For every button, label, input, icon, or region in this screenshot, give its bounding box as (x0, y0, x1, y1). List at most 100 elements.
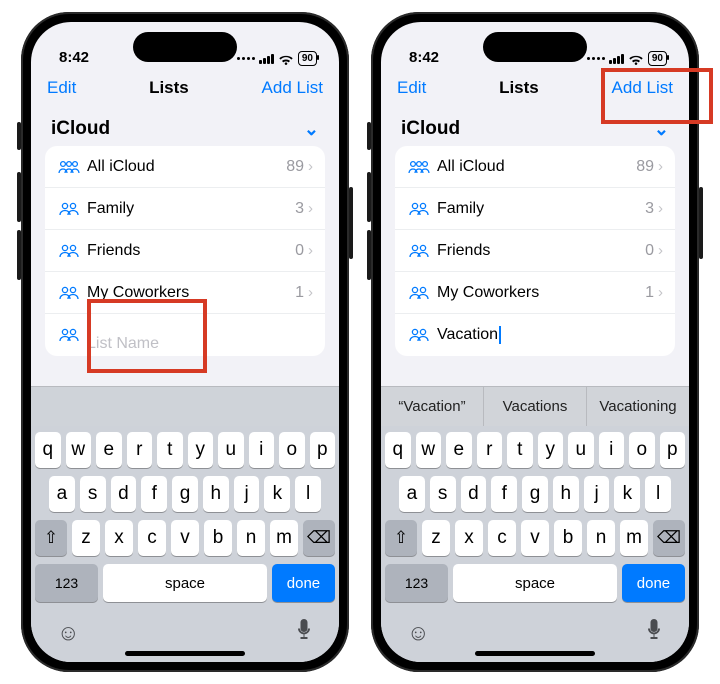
key-j[interactable]: j (584, 476, 610, 512)
people-icon (57, 201, 83, 217)
shift-key[interactable]: ⇧ (385, 520, 417, 556)
list-row[interactable]: Family 3 › (395, 188, 675, 230)
keyboard: qwertyuiop asdfghjkl ⇧ zxcvbnm ⌫ 123 spac… (31, 426, 339, 610)
key-u[interactable]: u (568, 432, 594, 468)
key-v[interactable]: v (171, 520, 199, 556)
key-j[interactable]: j (234, 476, 260, 512)
key-m[interactable]: m (270, 520, 298, 556)
kb-suggestion[interactable]: Vacationing (587, 387, 689, 426)
dictation-key[interactable] (295, 618, 313, 648)
wifi-icon (628, 53, 644, 65)
key-w[interactable]: w (66, 432, 92, 468)
key-q[interactable]: q (35, 432, 61, 468)
key-r[interactable]: r (127, 432, 153, 468)
key-w[interactable]: w (416, 432, 442, 468)
list-label: Friends (433, 242, 645, 260)
cell-signal-icon (609, 54, 624, 64)
key-c[interactable]: c (138, 520, 166, 556)
key-t[interactable]: t (157, 432, 183, 468)
key-t[interactable]: t (507, 432, 533, 468)
key-k[interactable]: k (264, 476, 290, 512)
keyboard: qwertyuiop asdfghjkl ⇧ zxcvbnm ⌫ 123 spac… (381, 426, 689, 610)
edit-button[interactable]: Edit (47, 78, 76, 98)
home-indicator[interactable] (475, 651, 595, 656)
key-b[interactable]: b (554, 520, 582, 556)
key-l[interactable]: l (295, 476, 321, 512)
list-row[interactable]: Friends 0 › (395, 230, 675, 272)
list-row[interactable]: Family 3 › (45, 188, 325, 230)
home-indicator[interactable] (125, 651, 245, 656)
key-g[interactable]: g (172, 476, 198, 512)
key-x[interactable]: x (105, 520, 133, 556)
key-s[interactable]: s (430, 476, 456, 512)
key-m[interactable]: m (620, 520, 648, 556)
key-z[interactable]: z (422, 520, 450, 556)
key-d[interactable]: d (461, 476, 487, 512)
list-count: 3 (645, 200, 658, 218)
kb-suggestion[interactable]: Vacations (484, 387, 587, 426)
add-list-button[interactable]: Add List (262, 78, 323, 98)
new-list-row[interactable]: Vacation (395, 314, 675, 356)
list-row[interactable]: My Coworkers 1 › (395, 272, 675, 314)
new-list-row[interactable] (45, 314, 325, 356)
numbers-key[interactable]: 123 (385, 564, 448, 602)
kb-suggestion[interactable]: “Vacation” (381, 387, 484, 426)
key-q[interactable]: q (385, 432, 411, 468)
emoji-key[interactable]: ☺ (57, 620, 79, 646)
key-a[interactable]: a (49, 476, 75, 512)
key-z[interactable]: z (72, 520, 100, 556)
key-h[interactable]: h (553, 476, 579, 512)
list-row[interactable]: All iCloud 89 › (395, 146, 675, 188)
key-e[interactable]: e (96, 432, 122, 468)
list-row[interactable]: All iCloud 89 › (45, 146, 325, 188)
key-k[interactable]: k (614, 476, 640, 512)
dictation-key[interactable] (645, 618, 663, 648)
edit-button[interactable]: Edit (397, 78, 426, 98)
key-f[interactable]: f (491, 476, 517, 512)
key-u[interactable]: u (218, 432, 244, 468)
key-p[interactable]: p (310, 432, 336, 468)
new-list-input[interactable] (87, 335, 313, 353)
key-r[interactable]: r (477, 432, 503, 468)
key-o[interactable]: o (279, 432, 305, 468)
section-header-icloud[interactable]: iCloud ⌄ (31, 108, 339, 146)
add-list-button[interactable]: Add List (612, 78, 673, 98)
lists-card: All iCloud 89 › Family 3 › Friends 0 › M… (45, 146, 325, 356)
chevron-right-icon: › (308, 158, 313, 175)
key-a[interactable]: a (399, 476, 425, 512)
done-key[interactable]: done (622, 564, 685, 602)
key-s[interactable]: s (80, 476, 106, 512)
numbers-key[interactable]: 123 (35, 564, 98, 602)
key-c[interactable]: c (488, 520, 516, 556)
space-key[interactable]: space (103, 564, 267, 602)
key-y[interactable]: y (188, 432, 214, 468)
key-i[interactable]: i (599, 432, 625, 468)
section-title: iCloud (401, 118, 460, 140)
key-f[interactable]: f (141, 476, 167, 512)
key-d[interactable]: d (111, 476, 137, 512)
emoji-key[interactable]: ☺ (407, 620, 429, 646)
key-p[interactable]: p (660, 432, 686, 468)
list-row[interactable]: My Coworkers 1 › (45, 272, 325, 314)
key-e[interactable]: e (446, 432, 472, 468)
done-key[interactable]: done (272, 564, 335, 602)
key-n[interactable]: n (237, 520, 265, 556)
section-header-icloud[interactable]: iCloud ⌄ (381, 108, 689, 146)
key-x[interactable]: x (455, 520, 483, 556)
space-key[interactable]: space (453, 564, 617, 602)
people-icon (57, 285, 83, 301)
key-n[interactable]: n (587, 520, 615, 556)
key-v[interactable]: v (521, 520, 549, 556)
key-h[interactable]: h (203, 476, 229, 512)
list-count: 1 (645, 284, 658, 302)
backspace-key[interactable]: ⌫ (303, 520, 335, 556)
backspace-key[interactable]: ⌫ (653, 520, 685, 556)
list-row[interactable]: Friends 0 › (45, 230, 325, 272)
key-y[interactable]: y (538, 432, 564, 468)
key-g[interactable]: g (522, 476, 548, 512)
key-i[interactable]: i (249, 432, 275, 468)
key-l[interactable]: l (645, 476, 671, 512)
shift-key[interactable]: ⇧ (35, 520, 67, 556)
key-b[interactable]: b (204, 520, 232, 556)
key-o[interactable]: o (629, 432, 655, 468)
